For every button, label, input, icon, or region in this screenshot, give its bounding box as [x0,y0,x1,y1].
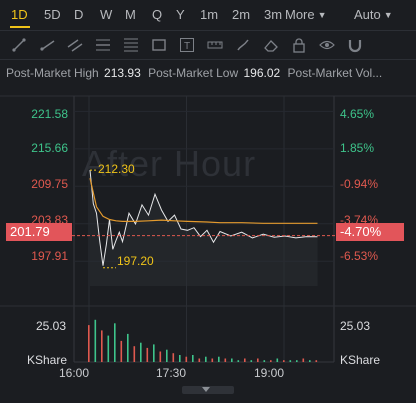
chevron-down-icon [202,387,210,392]
price-axis-tick: 215.66 [31,141,68,155]
price-axis-tick: 197.91 [31,249,68,263]
time-axis-tick: 19:00 [254,366,285,380]
volume-bar [140,342,142,362]
time-axis-tick: 16:00 [59,366,90,380]
volume-bar [192,355,194,362]
volume-bar [185,356,188,362]
volume-bar [309,360,311,362]
volume-bar [276,358,279,362]
price-axis-tick: 209.75 [31,177,68,191]
percent-axis-tick: -6.53% [340,249,379,263]
volume-bar [218,356,220,362]
volume-bar [296,360,298,362]
volume-bar [198,358,201,362]
average-price-line [89,178,318,224]
volume-unit-label: KShare [27,353,68,367]
volume-bar [237,360,240,362]
volume-bar [88,325,90,362]
volume-bar [114,323,116,362]
percent-axis-tick: -0.94% [340,177,379,191]
volume-bar [211,358,214,362]
price-axis-tick: 221.58 [31,107,68,121]
price-area-fill [90,170,318,286]
session-high-label: 212.30 [98,162,135,176]
volume-axis-top: 25.03 [36,319,67,333]
volume-bar [159,351,162,362]
time-axis-tick: 17:30 [156,366,187,380]
current-percent-badge: -4.70% [336,223,404,241]
volume-bar [257,358,259,362]
volume-bar [94,319,97,362]
volume-bar [179,355,181,362]
volume-bar [133,346,136,362]
volume-bar [302,358,305,362]
volume-bar [270,360,272,362]
volume-bar [153,344,155,362]
percent-axis-tick: 4.65% [340,107,375,121]
volume-bar [146,347,149,362]
volume-axis-top-right: 25.03 [340,319,371,333]
volume-bar [224,358,227,362]
session-low-label: 197.20 [117,254,154,268]
volume-bar [101,330,103,362]
volume-bar [263,360,266,362]
volume-unit-label-right: KShare [340,353,381,367]
volume-bar [120,340,123,362]
volume-bar [172,353,175,362]
volume-bar [244,358,246,362]
volume-bar [166,349,168,362]
current-price-badge: 201.79 [6,223,72,241]
price-chart[interactable] [0,0,416,403]
percent-axis-tick: 1.85% [340,141,375,155]
volume-bar [205,356,207,362]
volume-bar [127,333,129,362]
volume-bar [107,335,110,362]
volume-bar [250,360,253,362]
volume-bar [289,360,292,362]
volume-bar [231,358,233,362]
volume-bar [283,360,285,362]
volume-bar [315,360,318,362]
